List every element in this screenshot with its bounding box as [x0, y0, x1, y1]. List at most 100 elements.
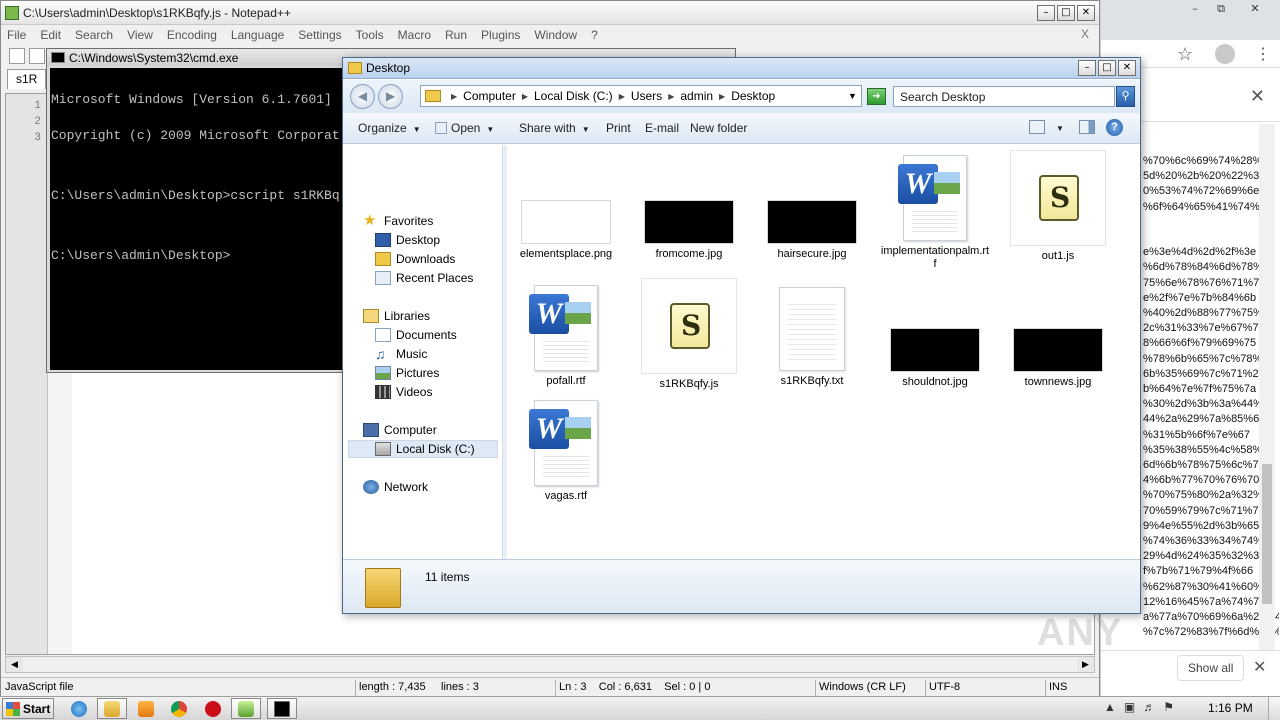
- close-button[interactable]: ✕: [1077, 5, 1095, 21]
- file-item[interactable]: W implementationpalm.rtf: [880, 155, 990, 271]
- chevron-right-icon[interactable]: ▶: [668, 92, 674, 101]
- nav-favorites[interactable]: ★ Favorites: [363, 212, 433, 230]
- file-item[interactable]: s1RKBqfy.txt: [757, 287, 867, 388]
- breadcrumb-desktop[interactable]: Desktop: [731, 89, 775, 103]
- back-icon[interactable]: ◀: [350, 84, 375, 109]
- forward-icon[interactable]: ▶: [378, 84, 403, 109]
- taskbar-opera[interactable]: [198, 698, 228, 719]
- explorer-minimize-button[interactable]: –: [1078, 60, 1096, 76]
- chrome-close-icon[interactable]: ✕: [1245, 2, 1265, 16]
- profile-avatar[interactable]: [1215, 44, 1235, 64]
- chevron-right-icon[interactable]: ▶: [451, 92, 457, 101]
- breadcrumb-users[interactable]: Users: [631, 89, 662, 103]
- start-button[interactable]: Start: [2, 698, 54, 719]
- volume-icon[interactable]: ♬: [1143, 700, 1155, 714]
- nav-local-disk[interactable]: Local Disk (C:): [348, 440, 498, 458]
- bookmark-star-icon[interactable]: ☆: [1177, 44, 1193, 65]
- address-dropdown-icon[interactable]: ▼: [848, 91, 857, 101]
- file-item[interactable]: shouldnot.jpg: [880, 328, 990, 389]
- menu-macro[interactable]: Macro: [398, 28, 431, 42]
- menu-tools[interactable]: Tools: [356, 28, 384, 42]
- change-view-icon[interactable]: [1029, 120, 1045, 134]
- nav-network[interactable]: Network: [363, 478, 428, 496]
- menu-edit[interactable]: Edit: [40, 28, 61, 42]
- menu-settings[interactable]: Settings: [298, 28, 341, 42]
- nav-downloads[interactable]: Downloads: [375, 250, 455, 268]
- breadcrumb-local-disk[interactable]: Local Disk (C:): [534, 89, 613, 103]
- file-item[interactable]: W vagas.rtf: [511, 400, 621, 503]
- page-scrollbar[interactable]: [1259, 124, 1275, 654]
- scrollbar-thumb[interactable]: [1262, 464, 1272, 604]
- console-output[interactable]: Microsoft Windows [Version 6.1.7601] Cop…: [50, 68, 344, 370]
- view-dropdown-icon[interactable]: ▼: [1056, 124, 1064, 133]
- menu-search[interactable]: Search: [75, 28, 113, 42]
- breadcrumb-admin[interactable]: admin: [680, 89, 713, 103]
- nav-computer[interactable]: Computer: [363, 421, 437, 439]
- new-file-icon[interactable]: [9, 48, 25, 64]
- nav-videos[interactable]: Videos: [375, 383, 432, 401]
- taskbar-media-player[interactable]: [131, 698, 161, 719]
- menu-file[interactable]: File: [7, 28, 26, 42]
- menu-encoding[interactable]: Encoding: [167, 28, 217, 42]
- nav-libraries[interactable]: Libraries: [363, 307, 430, 325]
- open-file-icon[interactable]: [29, 48, 45, 64]
- maximize-button[interactable]: □: [1057, 5, 1075, 21]
- chrome-restore-icon[interactable]: ⧉: [1211, 2, 1231, 16]
- taskbar-notepadpp[interactable]: [231, 698, 261, 719]
- nav-music[interactable]: ♫ Music: [375, 345, 427, 363]
- scroll-left-icon[interactable]: ◀: [6, 657, 23, 672]
- nav-documents[interactable]: Documents: [375, 326, 457, 344]
- menu-help[interactable]: ?: [591, 28, 598, 42]
- nav-pictures[interactable]: Pictures: [375, 364, 439, 382]
- explorer-close-button[interactable]: ✕: [1118, 60, 1136, 76]
- horizontal-scrollbar[interactable]: ◀ ▶: [5, 656, 1095, 673]
- file-item[interactable]: S out1.js: [1003, 150, 1113, 263]
- show-hidden-icons-icon[interactable]: ▲: [1104, 700, 1116, 714]
- chrome-minimize-icon[interactable]: –: [1185, 2, 1205, 16]
- nav-desktop[interactable]: Desktop: [375, 231, 440, 249]
- help-icon[interactable]: ?: [1106, 119, 1123, 136]
- action-center-flag-icon[interactable]: ⚑: [1163, 700, 1174, 714]
- download-bar-close-icon[interactable]: ✕: [1253, 657, 1266, 677]
- new-folder-button[interactable]: New folder: [690, 121, 747, 135]
- menu-run[interactable]: Run: [445, 28, 467, 42]
- refresh-icon[interactable]: ➜: [867, 88, 886, 105]
- chevron-right-icon[interactable]: ▶: [719, 92, 725, 101]
- network-status-icon[interactable]: ▣: [1124, 700, 1135, 714]
- open-button[interactable]: Open ▼: [435, 121, 494, 135]
- taskbar-chrome[interactable]: [164, 698, 194, 719]
- explorer-maximize-button[interactable]: □: [1098, 60, 1116, 76]
- email-button[interactable]: E-mail: [645, 121, 679, 135]
- address-bar[interactable]: ▶ Computer ▶ Local Disk (C:) ▶ Users ▶ a…: [420, 85, 862, 107]
- show-all-button[interactable]: Show all: [1177, 655, 1245, 681]
- organize-button[interactable]: Organize ▼: [358, 121, 421, 135]
- chrome-menu-icon[interactable]: ⋮: [1255, 44, 1271, 64]
- file-item[interactable]: elementsplace.png: [511, 200, 621, 261]
- menu-view[interactable]: View: [127, 28, 153, 42]
- banner-close-icon[interactable]: ✕: [1250, 86, 1265, 107]
- close-document-icon[interactable]: X: [1081, 27, 1089, 41]
- document-tab[interactable]: s1R: [7, 69, 47, 89]
- minimize-button[interactable]: –: [1037, 5, 1055, 21]
- breadcrumb-computer[interactable]: Computer: [463, 89, 516, 103]
- clock[interactable]: 1:16 PM: [1208, 701, 1253, 715]
- file-item[interactable]: S s1RKBqfy.js: [634, 278, 744, 391]
- file-item[interactable]: W pofall.rtf: [511, 285, 621, 388]
- chevron-right-icon[interactable]: ▶: [619, 92, 625, 101]
- explorer-titlebar[interactable]: Desktop – □ ✕: [343, 58, 1140, 79]
- preview-pane-icon[interactable]: [1079, 120, 1095, 134]
- file-item[interactable]: townnews.jpg: [1003, 328, 1113, 389]
- search-input[interactable]: Search Desktop: [893, 86, 1115, 107]
- search-icon[interactable]: ⚲: [1116, 86, 1135, 107]
- notepadpp-titlebar[interactable]: C:\Users\admin\Desktop\s1RKBqfy.js - Not…: [1, 1, 1099, 25]
- print-button[interactable]: Print: [606, 121, 631, 135]
- menu-language[interactable]: Language: [231, 28, 284, 42]
- menu-plugins[interactable]: Plugins: [481, 28, 520, 42]
- share-with-button[interactable]: Share with ▼: [519, 121, 590, 135]
- taskbar-cmd[interactable]: [267, 698, 297, 719]
- file-item[interactable]: hairsecure.jpg: [757, 200, 867, 261]
- taskbar-ie[interactable]: [64, 698, 94, 719]
- show-desktop-button[interactable]: [1268, 697, 1280, 720]
- nav-recent-places[interactable]: Recent Places: [375, 269, 473, 287]
- menu-window[interactable]: Window: [534, 28, 577, 42]
